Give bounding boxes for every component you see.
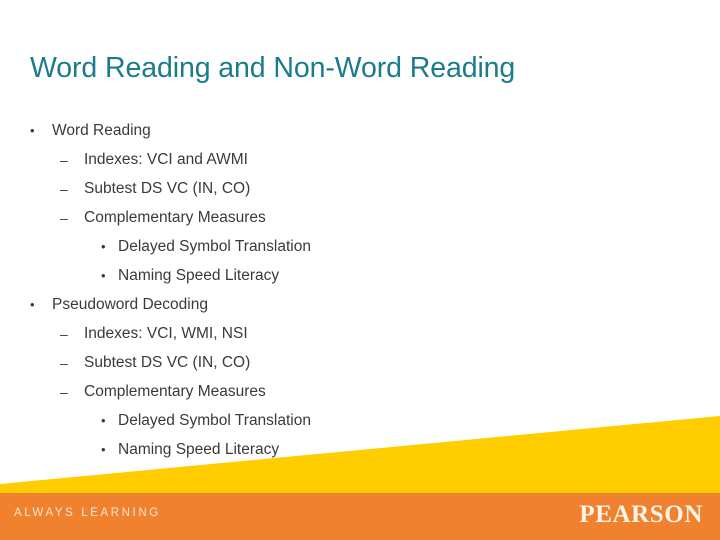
yellow-diagonal-decoration (0, 405, 720, 497)
list-item-label: Complementary Measures (84, 383, 266, 400)
list-item: • Naming Speed Literacy (0, 265, 660, 294)
list-item: – Complementary Measures (0, 207, 660, 236)
list-item: – Subtest DS VC (IN, CO) (0, 178, 660, 207)
list-item: – Subtest DS VC (IN, CO) (0, 352, 660, 381)
list-item: • Pseudoword Decoding (0, 294, 660, 323)
dash-marker-icon: – (60, 326, 68, 342)
page-title: Word Reading and Non-Word Reading (30, 52, 516, 85)
pearson-logo: PEARSON (579, 501, 703, 528)
dash-marker-icon: – (60, 210, 68, 226)
list-item: – Indexes: VCI, WMI, NSI (0, 323, 660, 352)
list-item-label: Pseudoword Decoding (52, 296, 208, 313)
dash-marker-icon: – (60, 152, 68, 168)
list-item-label: Indexes: VCI, WMI, NSI (84, 325, 248, 342)
list-item-label: Complementary Measures (84, 209, 266, 226)
dash-marker-icon: – (60, 355, 68, 371)
footer-tagline: ALWAYS LEARNING (14, 507, 161, 519)
bullet-marker-icon: • (30, 297, 35, 312)
footer-bar: ALWAYS LEARNING PEARSON (0, 493, 720, 540)
list-item-label: Delayed Symbol Translation (118, 238, 311, 255)
bullet-marker-icon: • (101, 239, 106, 254)
list-item-label: Subtest DS VC (IN, CO) (84, 180, 251, 197)
list-item-label: Word Reading (52, 122, 151, 139)
bullet-marker-icon: • (30, 123, 35, 138)
list-item-label: Indexes: VCI and AWMI (84, 151, 248, 168)
list-item-label: Naming Speed Literacy (118, 267, 280, 284)
list-item: • Delayed Symbol Translation (0, 236, 660, 265)
bullet-marker-icon: • (101, 268, 106, 283)
list-item: – Indexes: VCI and AWMI (0, 149, 660, 178)
dash-marker-icon: – (60, 384, 68, 400)
list-item: • Word Reading (0, 120, 660, 149)
list-item-label: Subtest DS VC (IN, CO) (84, 354, 251, 371)
presentation-slide: Word Reading and Non-Word Reading • Word… (0, 0, 720, 540)
dash-marker-icon: – (60, 181, 68, 197)
